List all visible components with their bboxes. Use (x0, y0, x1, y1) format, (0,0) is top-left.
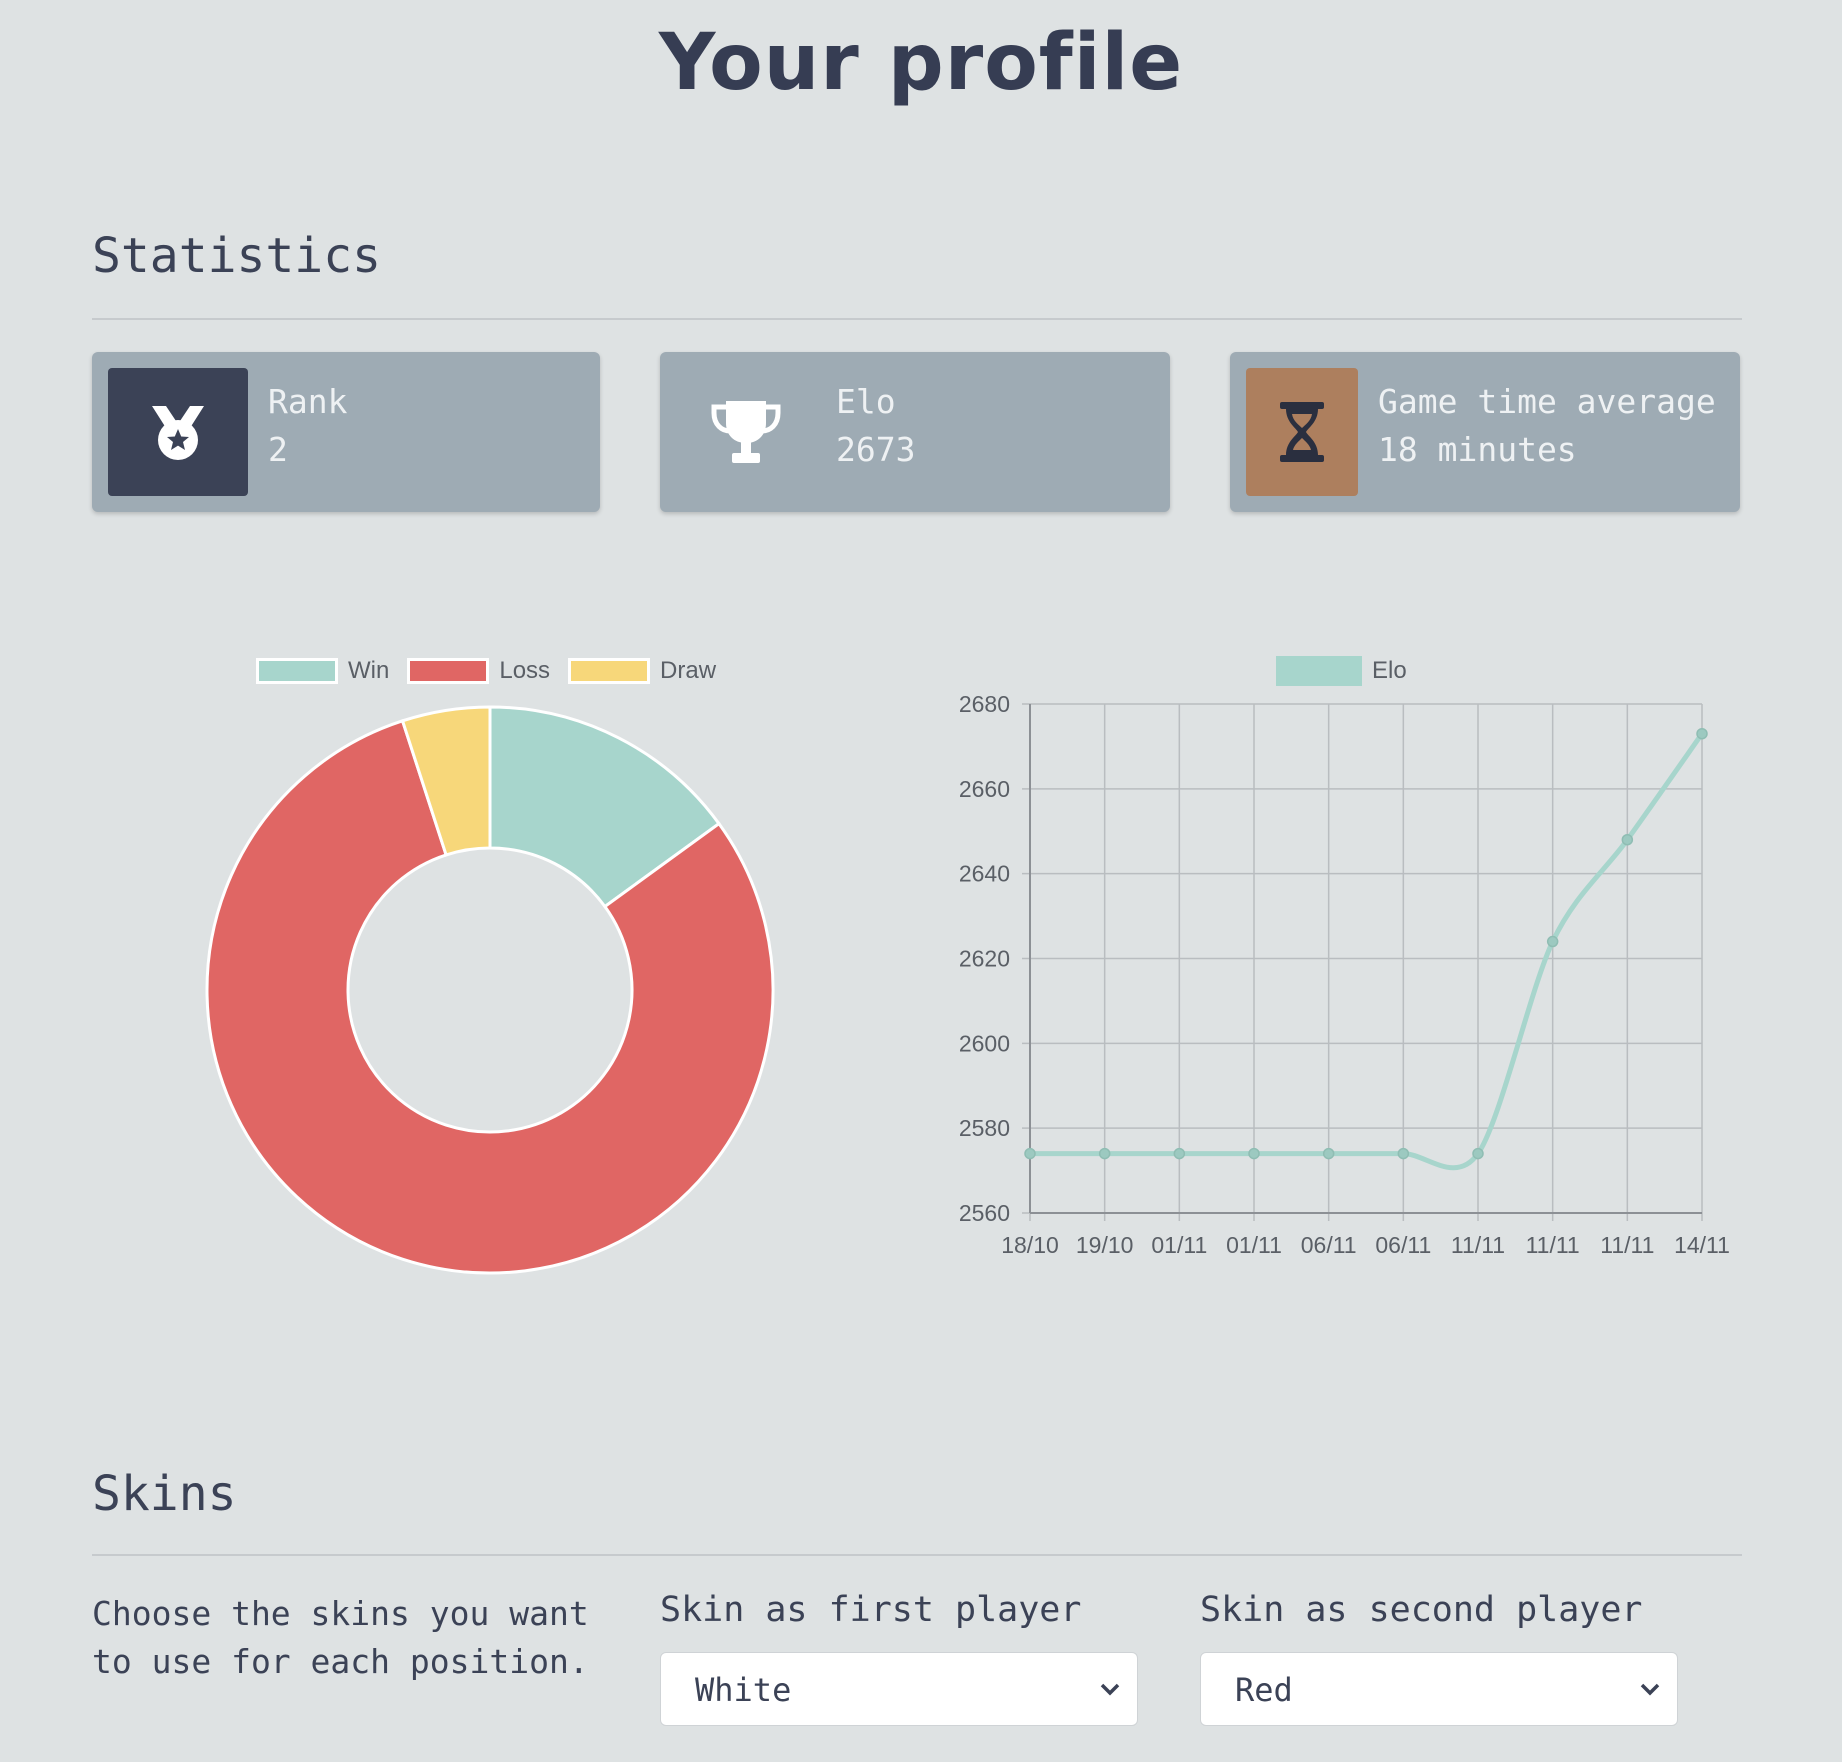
x-tick-label: 14/11 (1674, 1232, 1730, 1258)
statistics-heading: Statistics (92, 228, 381, 284)
elo-data-point[interactable] (1024, 1147, 1036, 1160)
second-player-select-value: Red (1235, 1671, 1293, 1709)
chevron-down-icon (1640, 1683, 1660, 1696)
y-tick-label: 2600 (959, 1030, 1010, 1056)
skins-heading: Skins (92, 1466, 237, 1522)
legend-swatch-draw (568, 658, 651, 684)
elo-data-point[interactable] (1248, 1147, 1260, 1160)
legend-item-draw[interactable]: Draw (568, 657, 716, 685)
page-title: Your profile (658, 18, 1184, 108)
elo-data-point[interactable] (1322, 1147, 1335, 1160)
x-tick-label: 19/10 (1076, 1232, 1134, 1258)
x-tick-label: 06/11 (1375, 1232, 1431, 1258)
x-tick-label: 18/10 (1001, 1232, 1059, 1258)
y-tick-label: 2560 (959, 1200, 1010, 1226)
skins-divider (92, 1554, 1742, 1556)
elo-value: 2673 (836, 430, 916, 469)
elo-label: Elo (836, 382, 896, 421)
elo-data-point[interactable] (1098, 1147, 1111, 1160)
result-doughnut-chart (205, 705, 775, 1275)
x-tick-label: 11/11 (1526, 1232, 1580, 1258)
game-time-value: 18 minutes (1378, 430, 1577, 469)
x-tick-label: 11/11 (1451, 1232, 1505, 1258)
elo-data-point[interactable] (1696, 727, 1708, 740)
elo-series-line (1030, 732, 1705, 1171)
legend-item-win[interactable]: Win (256, 657, 389, 685)
game-time-label: Game time average (1378, 382, 1716, 421)
x-tick-label: 01/11 (1226, 1232, 1282, 1258)
legend-swatch-win (256, 658, 338, 684)
x-tick-label: 01/11 (1151, 1232, 1207, 1258)
legend-swatch-loss (407, 658, 490, 684)
y-tick-label: 2620 (959, 946, 1010, 972)
first-player-label: Skin as first player (660, 1590, 1082, 1630)
elo-data-point[interactable] (1546, 935, 1559, 948)
legend-item-loss[interactable]: Loss (407, 657, 550, 685)
doughnut-legend: Win Loss Draw (256, 656, 734, 686)
elo-data-point[interactable] (1472, 1147, 1484, 1160)
first-player-select-value: White (695, 1671, 792, 1709)
elo-card: Elo 2673 (660, 352, 1170, 512)
hourglass-icon (1246, 368, 1358, 496)
elo-data-point[interactable] (1397, 1147, 1410, 1160)
y-tick-label: 2640 (959, 861, 1010, 887)
legend-label-loss: Loss (499, 657, 551, 684)
trophy-icon (676, 368, 816, 496)
x-tick-label: 06/11 (1301, 1232, 1357, 1258)
y-tick-label: 2680 (959, 691, 1010, 717)
elo-data-point[interactable] (1621, 833, 1634, 846)
elo-data-point[interactable] (1173, 1147, 1186, 1160)
skins-description: Choose the skins you want to use for eac… (92, 1594, 589, 1681)
medal-icon (108, 368, 248, 496)
game-time-card: Game time average 18 minutes (1230, 352, 1740, 512)
legend-label-draw: Draw (660, 657, 717, 684)
first-player-select[interactable]: White (660, 1652, 1138, 1726)
elo-line-chart: 2560 2580 2600 2620 2640 2660 2680 18/10 19/10 01… (959, 691, 1730, 1258)
rank-card: Rank 2 (92, 352, 600, 512)
y-tick-label: 2660 (959, 776, 1010, 802)
rank-value: 2 (268, 430, 288, 469)
second-player-select[interactable]: Red (1200, 1652, 1678, 1726)
second-player-label: Skin as second player (1200, 1590, 1643, 1630)
x-tick-label: 11/11 (1600, 1232, 1654, 1258)
chevron-down-icon (1100, 1683, 1120, 1696)
rank-label: Rank (268, 382, 348, 421)
legend-label-win: Win (348, 657, 390, 684)
y-tick-label: 2580 (959, 1115, 1010, 1141)
statistics-divider (92, 318, 1742, 320)
